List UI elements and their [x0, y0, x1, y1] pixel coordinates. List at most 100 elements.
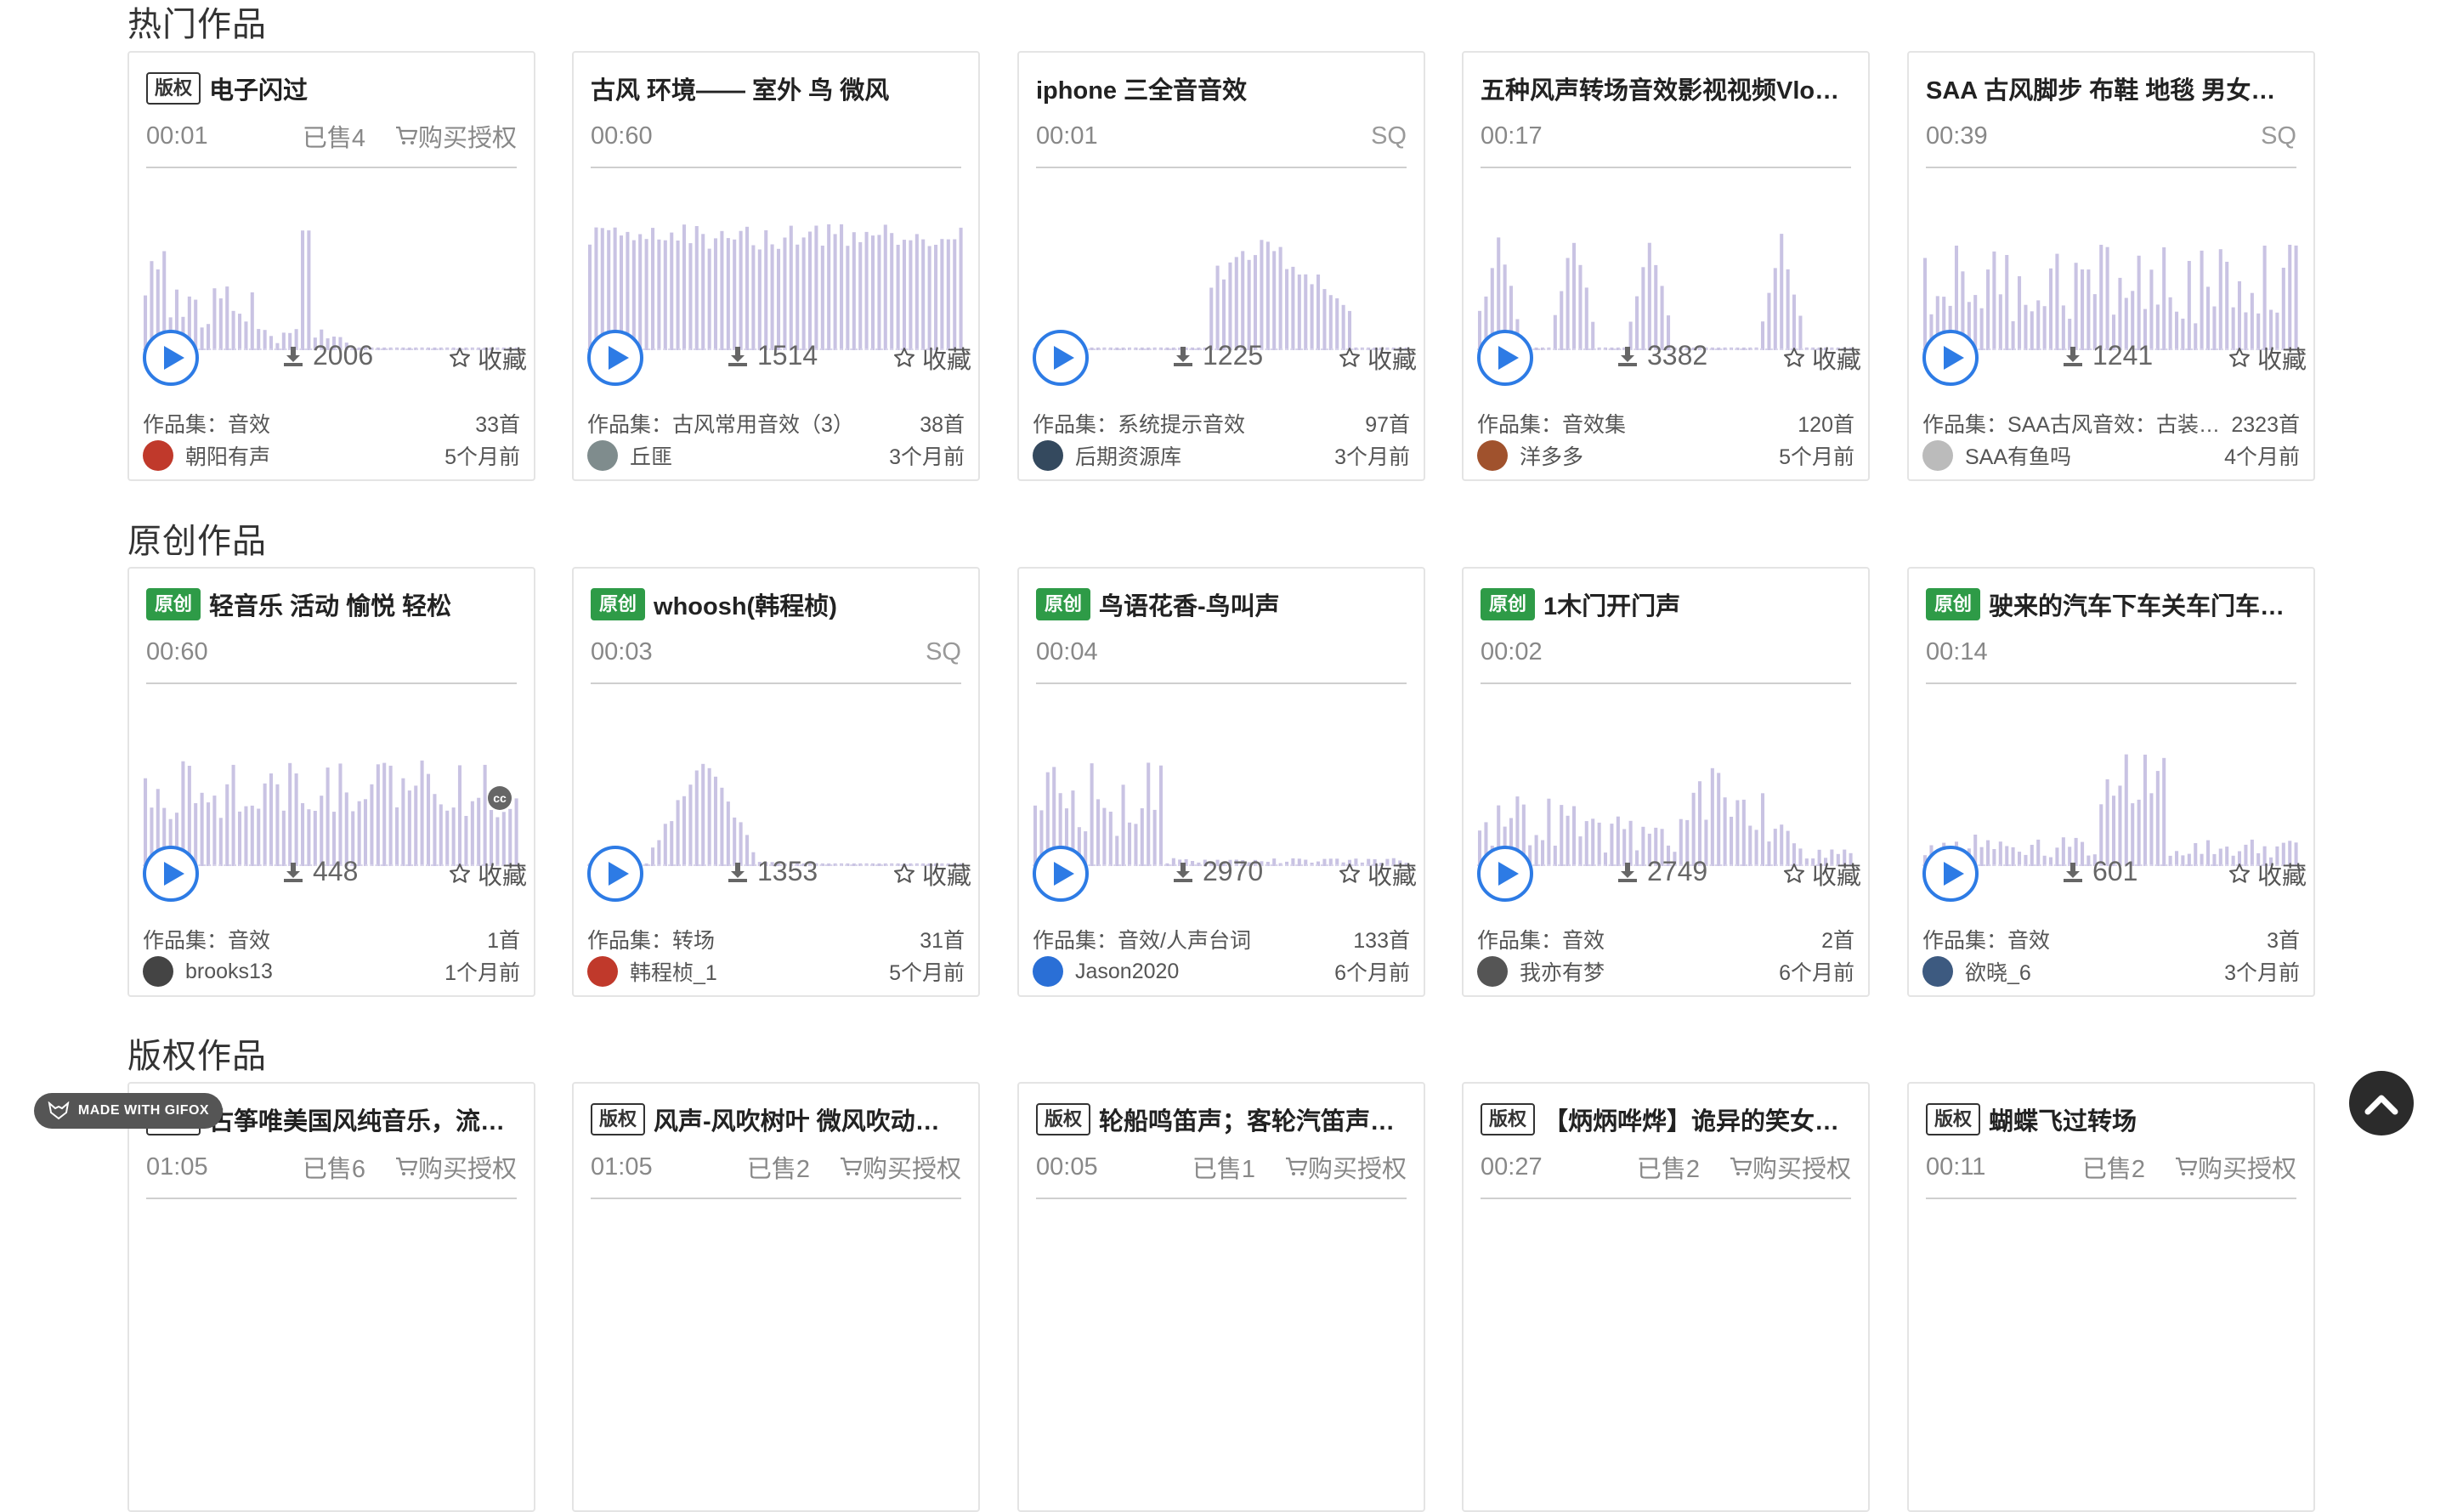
favorite-button[interactable]: 收藏 [893, 340, 971, 376]
original-card[interactable]: 原创 驶来的汽车下车关车门车迅… 00:14 601 收藏 作品集：音效 3首 欲晓… [1907, 567, 2315, 997]
author-row[interactable]: 我亦有梦 6个月前 [1477, 954, 1854, 988]
play-button[interactable] [1033, 846, 1089, 902]
play-button[interactable] [1922, 330, 1979, 386]
waveform[interactable] [143, 722, 520, 866]
collection-info[interactable]: 作品集：转场 31首 [587, 924, 965, 954]
sound-title[interactable]: 版权 风声-风吹树叶 微风吹动… [591, 1102, 961, 1136]
original-card[interactable]: 原创 whoosh(韩程桢) 00:03 SQ 1353 收藏 作品集：转场 31首 … [572, 567, 980, 997]
download-count[interactable]: 1225 [1172, 340, 1263, 371]
buy-license-link[interactable]: 购买授权 [394, 118, 517, 154]
sound-title[interactable]: 原创 轻音乐 活动 愉悦 轻松 [146, 587, 517, 621]
original-card[interactable]: 原创 轻音乐 活动 愉悦 轻松 00:60 cc 448 收藏 作品集：音效 1首 … [127, 567, 535, 997]
download-count[interactable]: 601 [2062, 856, 2137, 887]
copyright-card[interactable]: 版权古筝唯美国风纯音乐，流… 01:05已售6 购买授权 [127, 1082, 535, 1512]
author-row[interactable]: 韩程桢_1 5个月前 [587, 954, 965, 988]
waveform[interactable] [1922, 722, 2300, 866]
buy-license-link[interactable]: 购买授权 [1284, 1149, 1407, 1185]
buy-license-link[interactable]: 购买授权 [2174, 1149, 2296, 1185]
buy-license-link[interactable]: 购买授权 [394, 1149, 517, 1185]
play-button[interactable] [587, 330, 643, 386]
download-count[interactable]: 1353 [727, 856, 818, 887]
play-button[interactable] [1477, 330, 1533, 386]
hot-card[interactable]: 五种风声转场音效影视视频Vlog… 00:17 3382 收藏 作品集：音效集 1… [1462, 51, 1870, 481]
favorite-button[interactable]: 收藏 [1339, 856, 1417, 892]
sound-title[interactable]: 版权 蝴蝶飞过转场 [1926, 1102, 2296, 1136]
favorite-button[interactable]: 收藏 [449, 340, 527, 376]
download-count[interactable]: 2749 [1617, 856, 1707, 887]
original-card[interactable]: 原创 1木门开门声 00:02 2749 收藏 作品集：音效 2首 我亦有梦 6个月前 [1462, 567, 1870, 997]
waveform[interactable] [1922, 206, 2300, 350]
favorite-button[interactable]: 收藏 [449, 856, 527, 892]
sound-title[interactable]: 原创 驶来的汽车下车关车门车迅… [1926, 587, 2296, 621]
hot-card[interactable]: SAA 古风脚步 布鞋 地毯 男女通… 00:39 SQ 1241 收藏 作品集：… [1907, 51, 2315, 481]
favorite-button[interactable]: 收藏 [1339, 340, 1417, 376]
waveform[interactable] [587, 206, 965, 350]
favorite-button[interactable]: 收藏 [1783, 340, 1861, 376]
copyright-card[interactable]: 版权 【炳炳哗烨】诡异的笑女… 00:27 已售2 购买授权 [1462, 1082, 1870, 1512]
collection-info[interactable]: 作品集：音效 1首 [143, 924, 520, 954]
author-row[interactable]: 洋多多 5个月前 [1477, 439, 1854, 473]
favorite-button[interactable]: 收藏 [2228, 856, 2307, 892]
collection-info[interactable]: 作品集：系统提示音效 97首 [1033, 408, 1410, 439]
download-count[interactable]: 1514 [727, 340, 818, 371]
original-card[interactable]: 原创 鸟语花香-鸟叫声 00:04 2970 收藏 作品集：音效/人声台词 133首… [1017, 567, 1425, 997]
sound-title[interactable]: 版权 电子闪过 [146, 71, 517, 105]
author-row[interactable]: 欲晓_6 3个月前 [1922, 954, 2300, 988]
play-button[interactable] [143, 330, 199, 386]
waveform[interactable] [1033, 722, 1410, 866]
waveform[interactable] [143, 206, 520, 350]
wave-bar [244, 321, 248, 350]
author-row[interactable]: SAA有鱼吗 4个月前 [1922, 439, 2300, 473]
hot-card[interactable]: 版权 电子闪过 00:01 已售4 购买授权 2006 收藏 作品集：音效 33首 朝… [127, 51, 535, 481]
download-count[interactable]: 3382 [1617, 340, 1707, 371]
favorite-button[interactable]: 收藏 [1783, 856, 1861, 892]
play-button[interactable] [143, 846, 199, 902]
author-row[interactable]: Jason2020 6个月前 [1033, 954, 1410, 988]
play-icon [1054, 346, 1074, 370]
sound-title[interactable]: 原创 鸟语花香-鸟叫声 [1036, 587, 1407, 621]
collection-info[interactable]: 作品集：SAA古风音效：古装 … 2323首 [1922, 408, 2300, 439]
copyright-card[interactable]: 版权 风声-风吹树叶 微风吹动… 01:05 已售2 购买授权 [572, 1082, 980, 1512]
sound-title[interactable]: iphone 三全音音效 [1036, 71, 1407, 105]
sound-title[interactable]: 版权 【炳炳哗烨】诡异的笑女… [1481, 1102, 1851, 1136]
collection-info[interactable]: 作品集：音效/人声台词 133首 [1033, 924, 1410, 954]
waveform[interactable] [587, 722, 965, 866]
collection-info[interactable]: 作品集：音效 33首 [143, 408, 520, 439]
author-row[interactable]: 朝阳有声 5个月前 [143, 439, 520, 473]
wave-bar [707, 248, 711, 350]
copyright-card[interactable]: 版权 轮船鸣笛声；客轮汽笛声… 00:05 已售1 购买授权 [1017, 1082, 1425, 1512]
play-button[interactable] [1922, 846, 1979, 902]
sound-title[interactable]: 版权 轮船鸣笛声；客轮汽笛声… [1036, 1102, 1407, 1136]
favorite-button[interactable]: 收藏 [2228, 340, 2307, 376]
waveform[interactable] [1477, 722, 1854, 866]
hot-card[interactable]: 古风 环境—— 室外 鸟 微风 00:60 1514 收藏 作品集：古风常用音效… [572, 51, 980, 481]
buy-license-link[interactable]: 购买授权 [1729, 1149, 1851, 1185]
download-count[interactable]: 2970 [1172, 856, 1263, 887]
download-count[interactable]: 1241 [2062, 340, 2153, 371]
download-count[interactable]: 448 [282, 856, 358, 887]
copyright-card[interactable]: 版权 蝴蝶飞过转场 00:11 已售2 购买授权 [1907, 1082, 2315, 1512]
play-button[interactable] [587, 846, 643, 902]
sound-title[interactable]: 原创 1木门开门声 [1481, 587, 1851, 621]
buy-license-link[interactable]: 购买授权 [839, 1149, 961, 1185]
download-count[interactable]: 2006 [282, 340, 373, 371]
play-button[interactable] [1033, 330, 1089, 386]
hot-card[interactable]: iphone 三全音音效 00:01 SQ 1225 收藏 作品集：系统提示音效 9… [1017, 51, 1425, 481]
sound-title[interactable]: 原创 whoosh(韩程桢) [591, 587, 961, 621]
back-to-top-button[interactable] [2349, 1071, 2414, 1135]
collection-info[interactable]: 作品集：音效 3首 [1922, 924, 2300, 954]
favorite-button[interactable]: 收藏 [893, 856, 971, 892]
sound-title[interactable]: 古风 环境—— 室外 鸟 微风 [591, 71, 961, 105]
play-button[interactable] [1477, 846, 1533, 902]
waveform[interactable] [1477, 206, 1854, 350]
collection-info[interactable]: 作品集：古风常用音效（3） 38首 [587, 408, 965, 439]
sound-title[interactable]: 五种风声转场音效影视视频Vlog… [1481, 71, 1851, 105]
author-row[interactable]: 后期资源库 3个月前 [1033, 439, 1410, 473]
author-row[interactable]: brooks13 1个月前 [143, 954, 520, 988]
collection-info[interactable]: 作品集：音效 2首 [1477, 924, 1854, 954]
sound-title[interactable]: SAA 古风脚步 布鞋 地毯 男女通… [1926, 71, 2296, 105]
collection-info[interactable]: 作品集：音效集 120首 [1477, 408, 1854, 439]
waveform[interactable] [1033, 206, 1410, 350]
author-row[interactable]: 丘匪 3个月前 [587, 439, 965, 473]
wave-bar [1228, 262, 1232, 350]
